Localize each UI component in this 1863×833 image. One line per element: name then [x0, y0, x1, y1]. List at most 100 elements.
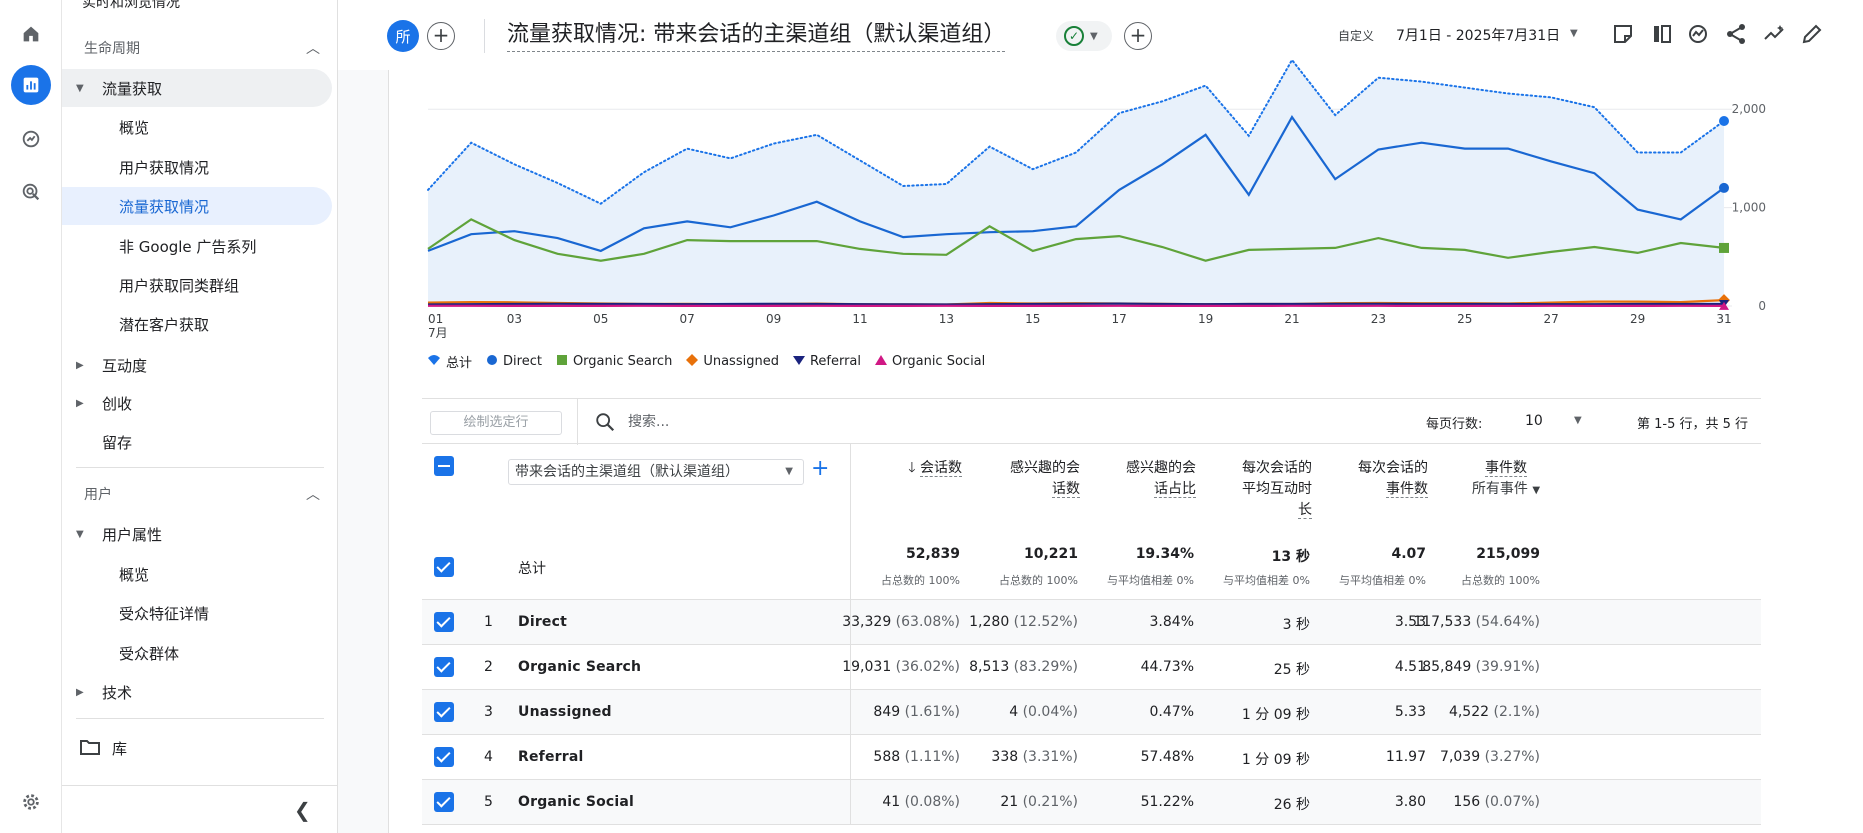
legend-marker-icon [792, 354, 805, 370]
row-checkbox[interactable] [434, 747, 454, 767]
row-channel-name[interactable]: Referral [518, 749, 584, 765]
table-header: 带来会话的主渠道组（默认渠道组） ▼ + 🡓 会话数 感兴趣的会 话数 感兴趣的… [422, 444, 1761, 599]
row-index: 3 [484, 704, 493, 720]
y-tick-label: 0 [1758, 299, 1766, 313]
nav-item-monetization[interactable]: ▶ 创收 [62, 384, 332, 422]
table-bottom-border [422, 824, 1761, 825]
row-channel-name[interactable]: Organic Search [518, 659, 641, 675]
dimension-selector-label: 带来会话的主渠道组（默认渠道组） [515, 464, 739, 480]
expanded-triangle-icon: ▼ [76, 528, 84, 540]
add-dimension-plus-icon[interactable]: + [811, 456, 829, 481]
legend-item[interactable]: Organic Social [875, 354, 985, 370]
y-tick-label: 1,000 [1732, 201, 1766, 215]
cell-value: 4 [1009, 704, 1019, 720]
col-header-events-per-session[interactable]: 每次会话的 事件数 [1330, 458, 1428, 500]
nav-item-label: 用户属性 [102, 525, 163, 544]
col-header-avg-engagement-time[interactable]: 每次会话的 平均互动时 长 [1212, 458, 1312, 521]
total-subtext: 占总数的 100% [1461, 574, 1540, 587]
col-header-label: 感兴趣的会 [1010, 460, 1080, 476]
table-toolbar: 绘制选定行 每页行数: 10 ▼ 第 1-5 行，共 5 行 [422, 398, 1761, 445]
row-index: 4 [484, 749, 493, 765]
total-value: 215,099 [1476, 546, 1540, 562]
col-header-sessions[interactable]: 🡓 会话数 [862, 458, 962, 479]
row-channel-name[interactable]: Direct [518, 614, 567, 630]
legend-marker-icon [486, 354, 498, 370]
x-tick-label: 01 [428, 312, 443, 326]
nav-item-tech[interactable]: ▶ 技术 [62, 673, 332, 711]
col-header-label: 话占比 [1154, 481, 1196, 498]
x-tick-label: 03 [507, 312, 522, 326]
cell-value: 849 [873, 704, 901, 720]
nav-item-label: 创收 [102, 394, 133, 413]
col-header-engagement-rate[interactable]: 感兴趣的会 话占比 [1098, 458, 1196, 500]
rows-per-page-select[interactable]: 10 [1525, 413, 1543, 429]
x-tick-label: 21 [1284, 312, 1299, 326]
row-checkbox[interactable] [434, 657, 454, 677]
row-checkbox[interactable] [434, 702, 454, 722]
row-channel-name[interactable]: Unassigned [518, 704, 612, 720]
nav-item-user-attributes[interactable]: ▼ 用户属性 [62, 515, 332, 553]
row-index: 1 [484, 614, 493, 630]
legend-item[interactable]: Organic Search [556, 354, 672, 370]
x-tick-label: 11 [852, 312, 867, 326]
row-channel-name[interactable]: Organic Social [518, 794, 634, 810]
col-header-label: 每次会话的 [1242, 460, 1312, 476]
nav-item-audiences[interactable]: 受众群体 [62, 634, 332, 672]
section-user[interactable]: 用户 ︿ [62, 472, 337, 516]
cell-value: 8,513 [969, 659, 1010, 675]
legend-item[interactable]: Direct [486, 354, 542, 370]
nav-item-engagement[interactable]: ▶ 互动度 [62, 346, 332, 384]
dimension-selector[interactable]: 带来会话的主渠道组（默认渠道组） ▼ [508, 459, 804, 485]
row-checkbox[interactable] [434, 792, 454, 812]
row-cell: 85,849 (39.91%) [1370, 659, 1540, 675]
nav-item-retention[interactable]: 留存 [62, 423, 332, 461]
nav-divider [76, 718, 324, 719]
column-divider [850, 599, 851, 824]
nav-item-label: 库 [112, 739, 128, 758]
legend-item[interactable]: 总计 [427, 352, 472, 371]
cell-percent: (39.91%) [1471, 659, 1540, 675]
nav-item-library[interactable]: 库 [62, 729, 332, 767]
row-index: 2 [484, 659, 493, 675]
legend-marker-icon [875, 354, 888, 370]
col-header-label: 感兴趣的会 [1126, 460, 1196, 476]
nav-item-demographic-details[interactable]: 受众特征详情 [62, 594, 332, 632]
table-row[interactable]: 4 Referral 588 (1.11%) 338 (3.31%) 57.48% 1 分… [422, 734, 1761, 779]
series-end-marker [1719, 242, 1729, 253]
search-input[interactable] [628, 409, 928, 435]
cell-percent: (0.07%) [1480, 794, 1540, 810]
legend-label: Direct [503, 354, 542, 369]
table-row[interactable]: 3 Unassigned 849 (1.61%) 4 (0.04%) 0.47% 1 分 … [422, 689, 1761, 734]
legend-item[interactable]: Unassigned [686, 353, 779, 370]
legend-marker-icon [427, 354, 441, 370]
select-all-checkbox[interactable] [434, 456, 454, 476]
caret-down-icon: ▼ [785, 466, 793, 477]
x-tick-label: 13 [939, 312, 954, 326]
collapse-nav-chevron-icon[interactable]: ❮ [294, 798, 311, 822]
table-row[interactable]: 2 Organic Search 19,031 (36.02%) 8,513 (83.… [422, 644, 1761, 689]
nav-footer: ❮ [62, 785, 337, 833]
legend-item[interactable]: Referral [792, 354, 861, 370]
table-row[interactable]: 1 Direct 33,329 (63.08%) 1,280 (12.52%) 3.84… [422, 599, 1761, 644]
cell-value: 85,849 [1422, 659, 1472, 675]
cell-value: 7,039 [1440, 749, 1481, 765]
x-tick-label: 15 [1025, 312, 1040, 326]
caret-down-icon: ▼ [1532, 485, 1541, 496]
table-row[interactable]: 5 Organic Social 41 (0.08%) 21 (0.21%) 51.22… [422, 779, 1761, 824]
nav-item-user-overview[interactable]: 概览 [62, 555, 332, 593]
settings-gear-icon[interactable] [11, 782, 51, 822]
cell-value: 21 [1000, 794, 1019, 810]
nav-item-label: 技术 [102, 683, 133, 702]
row-index: 5 [484, 794, 493, 810]
col-header-event-count[interactable]: 事件数 所有事件 ▼ [1446, 458, 1566, 501]
row-checkbox[interactable] [434, 612, 454, 632]
col-header-engaged-sessions[interactable]: 感兴趣的会 话数 [982, 458, 1080, 500]
series-end-marker [1719, 182, 1729, 193]
totals-checkbox[interactable] [434, 557, 454, 577]
legend-label: Organic Search [572, 354, 673, 369]
sessions-line-chart: 0 1,000 2,000 01 03 05 07 09 11 13 15 17 19 21 23 25 27 2… [427, 58, 1766, 340]
rows-caret-down-icon[interactable]: ▼ [1574, 415, 1582, 426]
col-header-label: 每次会话的 [1358, 460, 1428, 476]
x-tick-label: 31 [1716, 312, 1731, 326]
plot-rows-button[interactable]: 绘制选定行 [430, 411, 562, 435]
